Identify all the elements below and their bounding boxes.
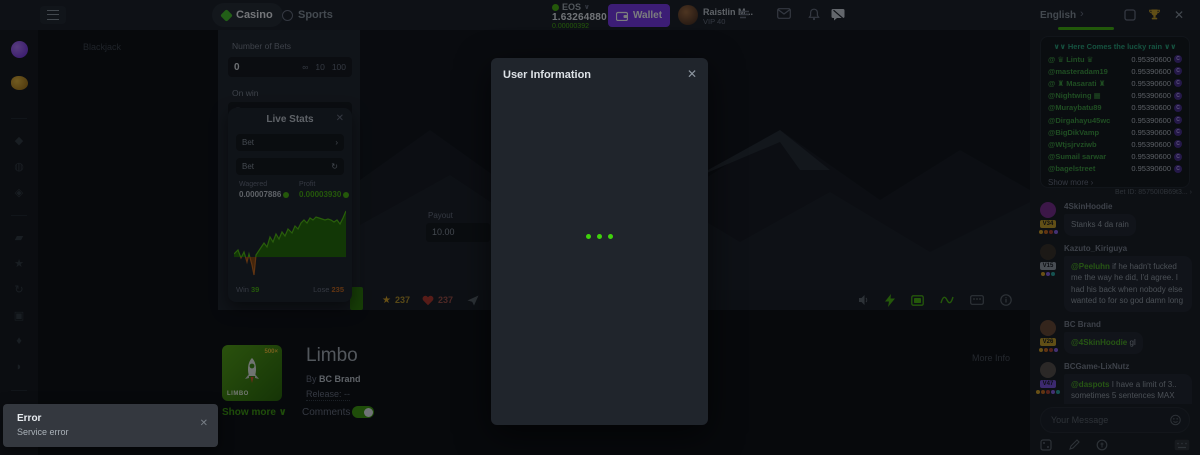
toast-title: Error: [17, 413, 41, 424]
toast-message: Service error: [17, 427, 69, 437]
error-toast: Error Service error ✕: [3, 404, 218, 447]
modal-close-icon[interactable]: ✕: [687, 67, 697, 81]
toast-close-icon[interactable]: ✕: [200, 418, 208, 429]
user-information-modal: User Information ✕: [491, 58, 708, 425]
loading-indicator: [491, 234, 708, 239]
modal-title: User Information: [503, 69, 591, 81]
